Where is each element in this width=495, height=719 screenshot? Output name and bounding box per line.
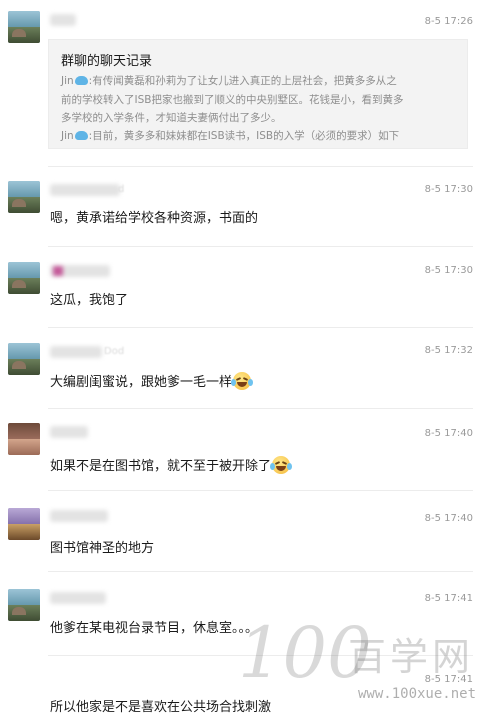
chat-record-line: 前的学校转入了ISB把家也搬到了顺义的中央别墅区。花钱是小，看到黄多 (61, 94, 404, 106)
whale-icon (74, 76, 88, 85)
site-watermark: 100 百学网 www.100xue.net (238, 612, 488, 712)
avatar[interactable] (8, 181, 40, 213)
message-text: 他爹在某电视台录节目，休息室。。。 (50, 621, 259, 636)
message-4: Dod 8-5 17:32 大编剧闺蜜说，跟她爹一毛一样 (0, 328, 495, 408)
avatar[interactable] (8, 343, 40, 375)
message-time: 8-5 17:30 (424, 184, 473, 195)
sender-name (50, 510, 108, 522)
message-1: 8-5 17:26 群聊的聊天记录 Jin:有传闻黄磊和孙莉为了让女儿进入真正的… (0, 0, 495, 165)
message-time: 8-5 17:40 (424, 428, 473, 439)
message-text: 图书馆神圣的地方 (50, 541, 155, 556)
watermark-url: www.100xue.net (358, 686, 477, 702)
message-text: 大编剧闺蜜说，跟她爹一毛一样 (50, 371, 254, 390)
laugh-cry-emoji-icon (231, 372, 254, 390)
chat-record-card[interactable]: 群聊的聊天记录 Jin:有传闻黄磊和孙莉为了让女儿进入真正的上层社会，把黄多多从… (48, 39, 468, 149)
whale-icon (74, 131, 88, 140)
sender-name (50, 592, 106, 604)
chat-record-line: Jin:有传闻黄磊和孙莉为了让女儿进入真正的上层社会，把黄多多从之 (61, 75, 397, 87)
message-time: 8-5 17:32 (424, 345, 473, 356)
sender-name-fragment: Dod (104, 346, 125, 357)
message-text: 如果不是在图书馆，就不至于被开除了 (50, 455, 293, 474)
avatar[interactable] (8, 423, 40, 455)
sender-name-fragment: d (118, 184, 125, 195)
message-5: 8-5 17:40 如果不是在图书馆，就不至于被开除了 (0, 409, 495, 489)
message-3: 8-5 17:30 这瓜，我饱了 (0, 247, 495, 327)
avatar[interactable] (8, 508, 40, 540)
chat-record-line: Jin:目前，黄多多和妹妹都在ISB读书，ISB的入学（必须的要求）如下 (61, 130, 400, 142)
sender-name (50, 346, 102, 358)
sender-name (50, 265, 110, 277)
sender-name (50, 184, 120, 196)
watermark-logo-text: 百学网 (348, 635, 475, 679)
message-6: 8-5 17:40 图书馆神圣的地方 (0, 491, 495, 571)
message-time: 8-5 17:41 (424, 593, 473, 604)
chat-record-line: 多学校的入学条件，才知道夫妻俩付出了多少。 (61, 112, 282, 124)
avatar[interactable] (8, 262, 40, 294)
message-time: 8-5 17:26 (424, 16, 473, 27)
message-text: 嗯，黄承诺给学校各种资源，书面的 (50, 211, 259, 226)
message-2: d 8-5 17:30 嗯，黄承诺给学校各种资源，书面的 (0, 167, 495, 247)
message-time: 8-5 17:30 (424, 265, 473, 276)
sender-name (50, 426, 88, 438)
chat-record-title: 群聊的聊天记录 (61, 54, 153, 69)
sender-name (50, 14, 76, 26)
laugh-cry-emoji-icon (270, 456, 293, 474)
message-text: 这瓜，我饱了 (50, 293, 129, 308)
message-time: 8-5 17:40 (424, 513, 473, 524)
avatar[interactable] (8, 589, 40, 621)
avatar[interactable] (8, 11, 40, 43)
